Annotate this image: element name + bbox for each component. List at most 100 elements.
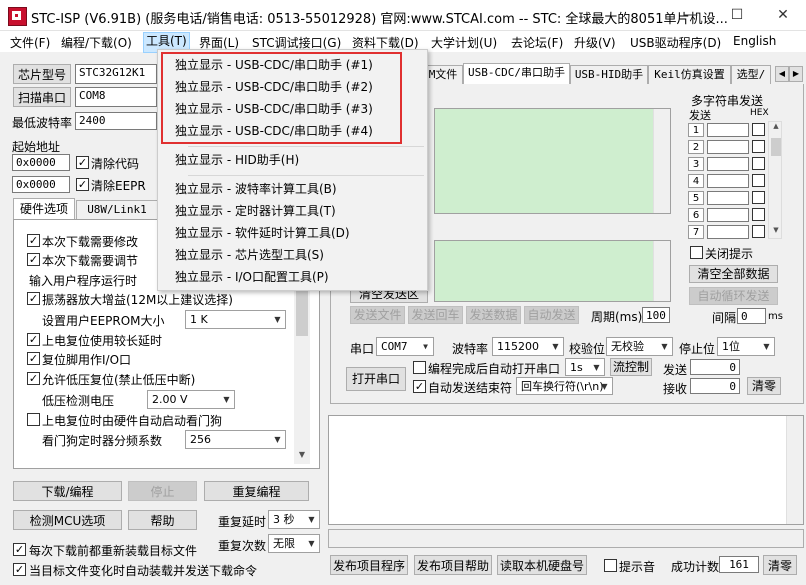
baud-combo[interactable]: 115200 ▼ [492,337,564,356]
menu-item-timer-calc[interactable]: 独立显示 - 定时器计算工具(T) [158,200,427,222]
maximize-button[interactable]: ☐ [714,0,760,31]
send-data-button[interactable]: 发送数据 [466,306,521,324]
option-4-checkbox[interactable]: ✓ [27,292,40,305]
start-addr-field-2[interactable]: 0x0000 [12,176,70,193]
scroll-down-arrow-icon[interactable]: ▼ [294,450,310,464]
serial-port-combo[interactable]: COM7 ▼ [376,337,434,356]
menu-forum[interactable]: 去论坛(F) [511,34,563,51]
open-port-button[interactable]: 打开串口 [346,367,406,391]
clear-eeprom-checkbox[interactable]: ✓ [76,178,89,191]
scroll-up-arrow-icon[interactable]: ▲ [769,122,783,134]
stop-button[interactable]: 停止 [128,481,197,501]
auto-open-delay-combo[interactable]: 1s ▼ [565,358,605,376]
read-disk-button[interactable]: 读取本机硬盘号 [497,555,587,575]
multi-row-1-field[interactable] [707,123,749,137]
option-6-checkbox[interactable]: ✓ [27,352,40,365]
menu-english[interactable]: English [733,34,776,48]
clear-code-checkbox[interactable]: ✓ [76,156,89,169]
clear-count-button[interactable]: 清零 [747,377,781,395]
tab-usb-cdc[interactable]: USB-CDC/串口助手 [463,63,570,84]
auto-loop-button[interactable]: 自动循环发送 [689,287,778,305]
beep-checkbox[interactable] [604,559,617,572]
tab-u8w-link1[interactable]: U8W/Link1 [76,200,158,220]
scroll-down-arrow-icon[interactable]: ▼ [769,226,783,238]
clear-success-button[interactable]: 清零 [763,555,797,575]
wdt-combo[interactable]: 256 ▼ [185,430,286,449]
auto-send-button[interactable]: 自动发送 [524,306,579,324]
multi-row-3-hex-checkbox[interactable] [752,157,765,170]
repeat-count-combo[interactable]: 无限 ▼ [268,534,320,553]
repeat-delay-combo[interactable]: 3 秒 ▼ [268,510,320,529]
chip-model-field[interactable]: STC32G12K1 [75,64,157,84]
close-button[interactable]: ✕ [760,0,806,31]
port-field[interactable]: COM8 [75,87,157,107]
send-enter-button[interactable]: 发送回车 [408,306,463,324]
tab-keil[interactable]: Keil仿真设置 [648,65,731,84]
minimize-button[interactable]: — [668,0,714,31]
menu-item-chip-select[interactable]: 独立显示 - 芯片选型工具(S) [158,244,427,266]
menu-upgrade[interactable]: 升级(V) [574,34,616,51]
help-button[interactable]: 帮助 [128,510,197,530]
publish-program-button[interactable]: 发布项目程序 [330,555,408,575]
menu-item-hid[interactable]: 独立显示 - HID助手(H) [158,149,427,171]
auto-send-end-checkbox[interactable]: ✓ [413,380,426,393]
menu-item-baud-calc[interactable]: 独立显示 - 波特率计算工具(B) [158,178,427,200]
period-field[interactable]: 100 [642,307,670,323]
send-area[interactable] [434,240,671,302]
multi-row-1-hex-checkbox[interactable] [752,123,765,136]
options-scrollbar[interactable]: ▼ [294,268,310,464]
stop-bit-combo[interactable]: 1位 ▼ [717,337,775,356]
start-addr-field-1[interactable]: 0x0000 [12,154,70,171]
multi-row-3-field[interactable] [707,157,749,171]
publish-help-button[interactable]: 发布项目帮助 [414,555,492,575]
tab-scroll-left-icon[interactable]: ◀ [775,66,789,82]
eeprom-size-combo[interactable]: 1 K ▼ [185,310,286,329]
option-2-checkbox[interactable]: ✓ [27,253,40,266]
parity-combo[interactable]: 无校验 ▼ [606,337,673,356]
auto-open-checkbox[interactable] [413,361,426,374]
menu-usb-driver[interactable]: USB驱动程序(D) [630,34,721,51]
option-8-checkbox[interactable] [27,413,40,426]
clear-all-button[interactable]: 清空全部数据 [689,265,778,283]
multi-row-5-hex-checkbox[interactable] [752,191,765,204]
menu-item-delay-calc[interactable]: 独立显示 - 软件延时计算工具(D) [158,222,427,244]
newline-combo[interactable]: 回车换行符(\r\n) ▼ [516,377,613,395]
receive-area[interactable] [434,108,671,214]
multi-row-6-field[interactable] [707,208,749,222]
multi-row-7-hex-checkbox[interactable] [752,225,765,238]
download-program-button[interactable]: 下载/编程 [13,481,122,501]
multi-send-scrollbar[interactable]: ▲ ▼ [768,121,782,239]
option-5-checkbox[interactable]: ✓ [27,333,40,346]
send-file-button[interactable]: 发送文件 [350,306,405,324]
scan-port-button[interactable]: 扫描串口 [13,87,71,107]
receive-scrollbar[interactable] [653,109,670,213]
multi-row-5-field[interactable] [707,191,749,205]
tab-scroll-right-icon[interactable]: ▶ [789,66,803,82]
flow-control-button[interactable]: 流控制 [610,358,652,376]
auto-load-checkbox[interactable]: ✓ [13,563,26,576]
menu-item-io-config[interactable]: 独立显示 - I/O口配置工具(P) [158,266,427,288]
detect-mcu-button[interactable]: 检测MCU选项 [13,510,122,530]
menu-file[interactable]: 文件(F) [10,34,50,51]
menu-university[interactable]: 大学计划(U) [431,34,497,51]
tab-mcu-file[interactable]: M文件 [423,65,463,84]
min-baud-field[interactable]: 2400 [75,112,157,130]
option-1-checkbox[interactable]: ✓ [27,234,40,247]
close-tip-checkbox[interactable] [690,246,703,259]
low-voltage-combo[interactable]: 2.00 V ▼ [147,390,235,409]
log-scrollbar[interactable] [786,416,803,524]
option-7-checkbox[interactable]: ✓ [27,372,40,385]
reprogram-button[interactable]: 重复编程 [204,481,309,501]
log-area[interactable] [328,415,804,525]
multi-row-2-field[interactable] [707,140,749,154]
chip-model-button[interactable]: 芯片型号 [13,64,71,84]
tab-selection[interactable]: 选型/ [731,65,771,84]
multi-row-4-hex-checkbox[interactable] [752,174,765,187]
menu-program[interactable]: 编程/下载(O) [61,34,132,51]
multi-send-scrollbar-thumb[interactable] [771,138,781,156]
reload-before-checkbox[interactable]: ✓ [13,543,26,556]
tab-hardware-options[interactable]: 硬件选项 [13,198,75,220]
multi-row-2-hex-checkbox[interactable] [752,140,765,153]
interval-field[interactable]: 0 [737,308,766,324]
tab-usb-hid[interactable]: USB-HID助手 [570,65,648,84]
